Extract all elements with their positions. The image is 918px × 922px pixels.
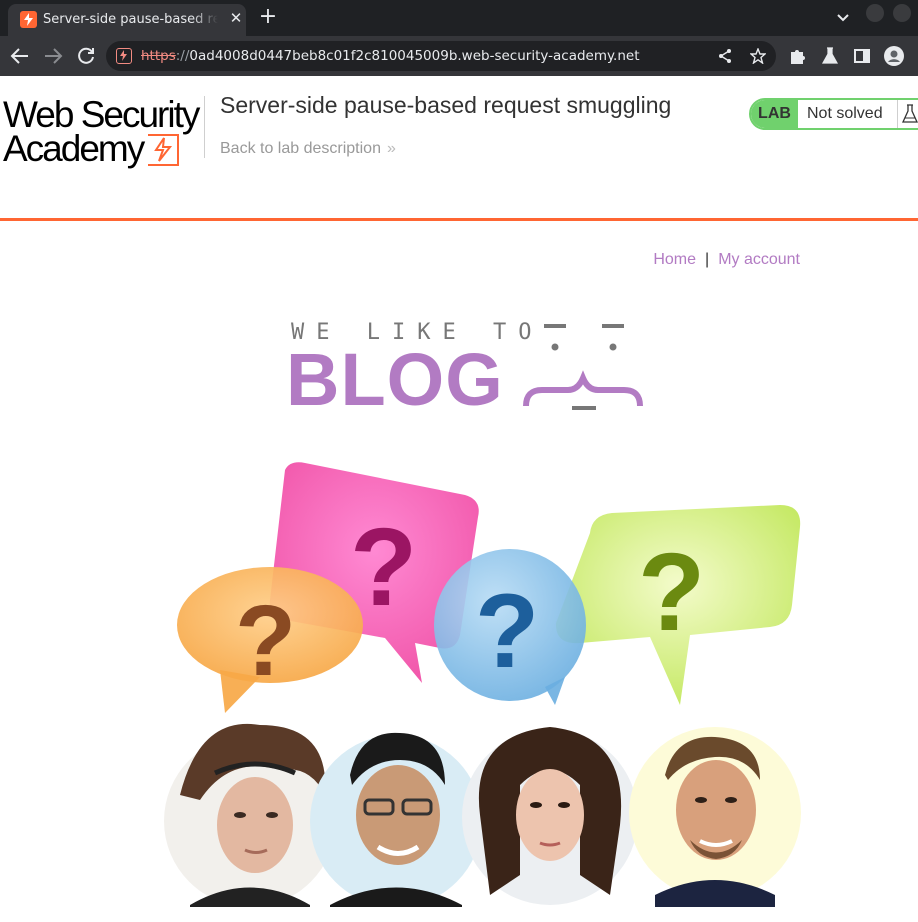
status-divider bbox=[897, 100, 898, 128]
window-minimize-button[interactable] bbox=[866, 4, 884, 22]
browser-tab[interactable]: Server-side pause-based request smugglin… bbox=[8, 4, 246, 36]
lab-status-widget: LAB Not solved bbox=[749, 98, 918, 130]
tab-close-icon[interactable]: ✕ bbox=[226, 9, 246, 29]
back-to-lab-description-link[interactable]: Back to lab description» bbox=[220, 139, 396, 159]
nav-home-link[interactable]: Home bbox=[653, 251, 696, 268]
logo-line2: Academy bbox=[3, 128, 145, 169]
academy-lightning-icon bbox=[148, 134, 179, 166]
person-avatar-2 bbox=[310, 732, 482, 907]
nav-my-account-link[interactable]: My account bbox=[718, 251, 800, 268]
tab-search-chevron-icon[interactable] bbox=[834, 8, 852, 26]
profile-avatar-icon[interactable] bbox=[884, 46, 904, 66]
orange-speech-bubble: ? bbox=[177, 567, 363, 713]
url-text[interactable]: https://0ad4008d0447beb8c01f2c810045009b… bbox=[141, 47, 640, 65]
back-arrow-icon[interactable] bbox=[8, 44, 32, 68]
question-mark-icon: ? bbox=[638, 531, 705, 654]
bookmark-star-icon[interactable] bbox=[750, 48, 766, 64]
question-mark-icon: ? bbox=[475, 573, 539, 690]
lab-badge: LAB bbox=[751, 100, 798, 128]
browser-tab-bar: Server-side pause-based request smugglin… bbox=[0, 0, 918, 36]
blog-hero-image: ? ? ? ? bbox=[164, 462, 801, 907]
header-divider bbox=[204, 96, 205, 158]
address-bar[interactable]: https://0ad4008d0447beb8c01f2c810045009b… bbox=[106, 41, 776, 71]
blue-speech-bubble: ? bbox=[434, 549, 586, 705]
extensions-puzzle-icon[interactable] bbox=[788, 46, 808, 66]
new-tab-plus-icon[interactable]: + bbox=[256, 6, 280, 30]
green-speech-bubble: ? bbox=[555, 505, 801, 705]
lab-header: Web Security Academy Server-side pause-b… bbox=[0, 76, 918, 221]
brace-face-icon bbox=[523, 324, 643, 410]
flask-icon bbox=[901, 104, 918, 123]
nav-separator: | bbox=[705, 251, 710, 268]
browser-toolbar: https://0ad4008d0447beb8c01f2c810045009b… bbox=[0, 36, 918, 76]
side-panel-icon[interactable] bbox=[852, 46, 872, 66]
blog-banner: WE LIKE TO BLOG bbox=[286, 318, 646, 418]
labs-flask-icon[interactable] bbox=[820, 46, 840, 66]
web-security-academy-logo[interactable]: Web Security Academy bbox=[3, 96, 203, 168]
lab-title: Server-side pause-based request smugglin… bbox=[220, 92, 672, 118]
person-avatar-4 bbox=[629, 727, 801, 907]
person-avatar-3 bbox=[462, 727, 638, 905]
double-chevron-right-icon: » bbox=[386, 140, 396, 157]
banner-blog-word: BLOG bbox=[286, 338, 504, 421]
reload-icon[interactable] bbox=[74, 44, 98, 68]
lab-status-text: Not solved bbox=[807, 105, 883, 122]
question-mark-icon: ? bbox=[350, 506, 417, 629]
portswigger-favicon-icon bbox=[20, 11, 37, 28]
question-mark-icon: ? bbox=[235, 585, 296, 697]
share-icon[interactable] bbox=[717, 48, 733, 64]
site-nav: Home | My account bbox=[0, 250, 800, 272]
forward-arrow-icon[interactable] bbox=[41, 44, 65, 68]
tab-title: Server-side pause-based request smugglin… bbox=[43, 12, 218, 27]
window-maximize-button[interactable] bbox=[893, 4, 911, 22]
not-secure-warning-icon[interactable] bbox=[116, 48, 132, 64]
